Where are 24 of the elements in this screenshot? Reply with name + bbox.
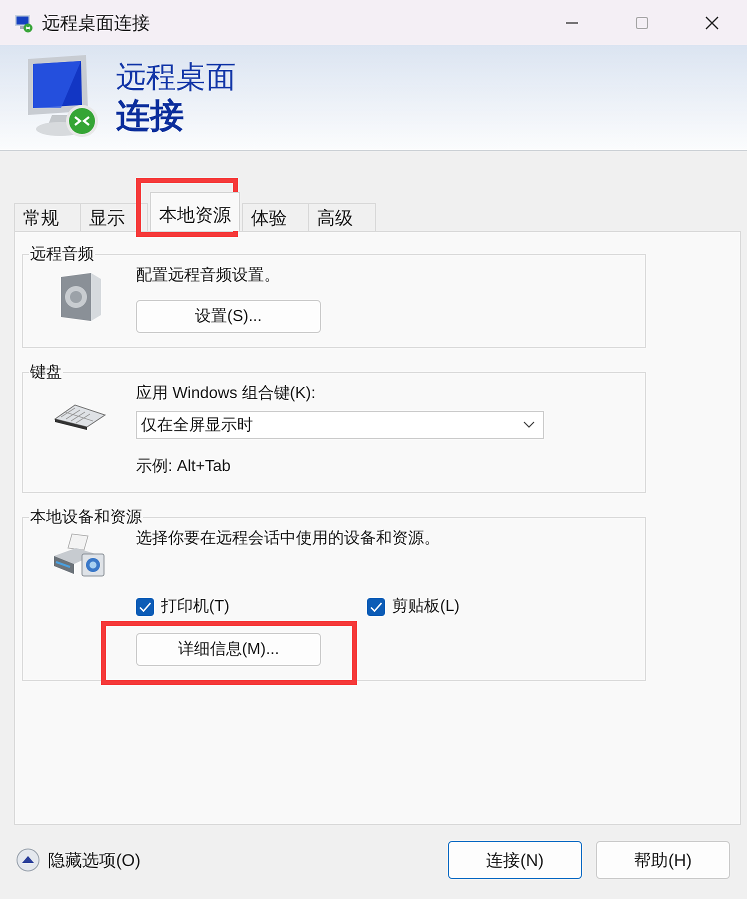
description-text: 配置远程音频设置。 — [136, 266, 281, 286]
tab[interactable]: 高级 — [308, 203, 376, 231]
group-title: 本地设备和资源 — [29, 508, 143, 528]
tab[interactable]: 本地资源 — [150, 192, 240, 231]
group-title: 远程音频 — [29, 244, 95, 265]
checkbox-label: 打印机(T) — [161, 596, 230, 617]
tab[interactable]: 显示 — [80, 203, 148, 231]
banner-title: 远程桌面 — [116, 60, 236, 96]
tab[interactable]: 体验 — [242, 203, 310, 231]
tab[interactable]: 常规 — [14, 203, 82, 231]
button[interactable]: 连接(N) — [448, 841, 582, 879]
description-text: 选择你要在远程会话中使用的设备和资源。 — [136, 528, 441, 549]
dropdown-value: 仅在全屏显示时 — [141, 416, 253, 436]
banner-subtitle: 连接 — [116, 96, 185, 136]
toggle-link[interactable]: 隐藏选项(O) — [48, 848, 141, 872]
example-text: 示例: Alt+Tab — [136, 457, 232, 477]
button[interactable]: 设置(S)... — [136, 300, 321, 333]
checkbox-label: 剪贴板(L) — [392, 596, 460, 617]
window-title: 远程桌面连接 — [42, 12, 150, 34]
button[interactable]: 帮助(H) — [596, 841, 730, 879]
button[interactable]: 详细信息(M)... — [136, 633, 321, 666]
dropdown[interactable]: 仅在全屏显示时 — [136, 411, 544, 439]
field-label: 应用 Windows 组合键(K): — [136, 384, 317, 404]
group-title: 键盘 — [29, 363, 63, 383]
